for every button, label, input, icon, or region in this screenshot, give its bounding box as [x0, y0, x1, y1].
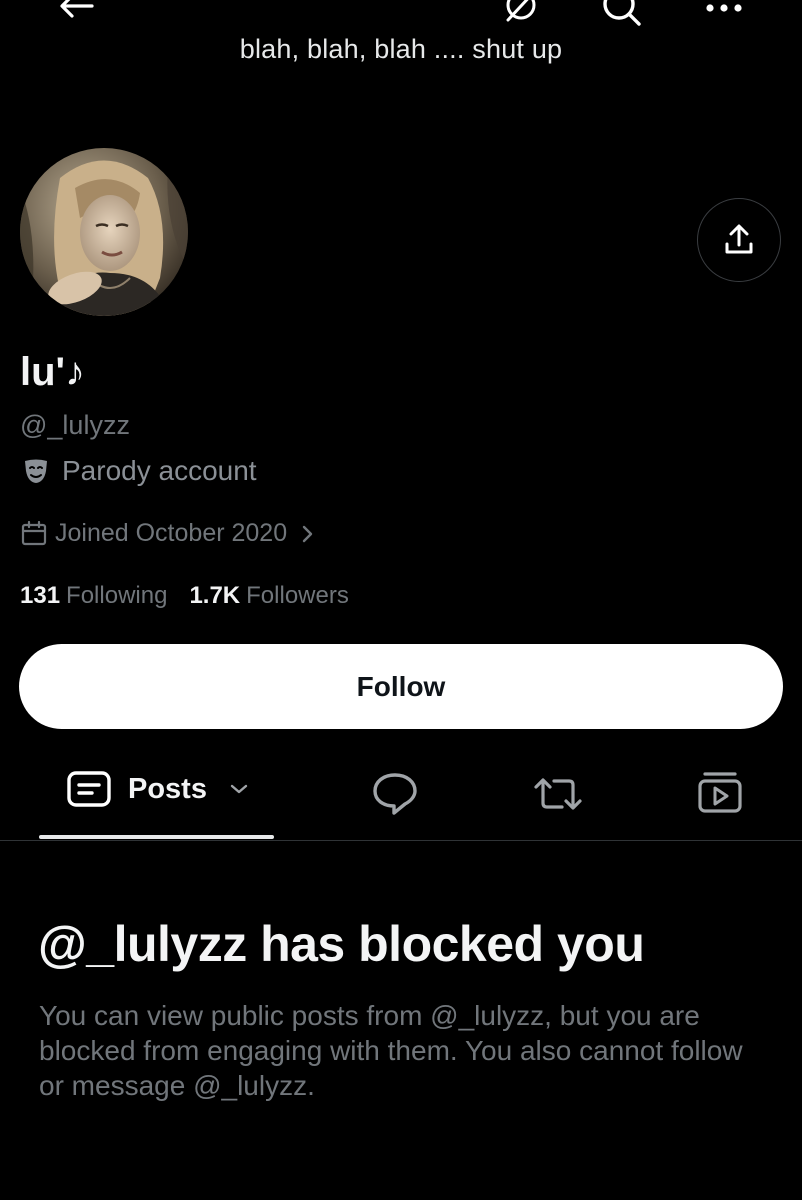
video-stack-icon: [696, 770, 744, 814]
header-text: blah, blah, blah .... shut up: [239, 34, 563, 64]
tab-posts[interactable]: Posts: [66, 770, 249, 808]
chevron-right-icon: [301, 524, 315, 544]
display-name: lu'♪: [20, 350, 86, 394]
parody-badge: Parody account: [22, 455, 257, 487]
calendar-icon: [21, 520, 47, 547]
tab-replies[interactable]: [371, 771, 419, 817]
joined-label: Joined October 2020: [55, 519, 288, 547]
search-button[interactable]: [601, 0, 643, 28]
arrow-left-icon: [58, 0, 94, 20]
tab-divider: [0, 840, 802, 841]
following-count: 131: [20, 582, 61, 609]
followers-count: 1.7K: [189, 582, 241, 609]
drama-mask-icon: [22, 457, 50, 485]
share-button[interactable]: [697, 198, 781, 282]
followers-label: Followers: [246, 582, 349, 609]
speech-bubble-icon: [371, 771, 419, 817]
more-dots-icon: [705, 2, 743, 14]
follow-stats: 131 Following 1.7K Followers: [20, 582, 349, 610]
search-icon: [601, 0, 643, 28]
follow-button[interactable]: Follow: [19, 644, 783, 729]
more-button[interactable]: [705, 2, 743, 14]
chevron-down-icon: [229, 783, 249, 795]
avatar[interactable]: [18, 146, 190, 318]
following-link[interactable]: 131 Following: [20, 582, 167, 610]
posts-icon: [66, 770, 112, 808]
tab-media[interactable]: [696, 770, 744, 814]
parody-label: Parody account: [62, 455, 257, 486]
blocked-title: @_lulyzz has blocked you: [38, 916, 645, 972]
user-handle: @_lulyzz: [20, 410, 130, 440]
grok-icon: [502, 0, 540, 24]
share-icon: [722, 223, 756, 257]
repost-icon: [532, 775, 584, 813]
grok-button[interactable]: [502, 0, 540, 24]
back-button[interactable]: [58, 0, 94, 20]
tab-reposts[interactable]: [532, 775, 584, 813]
followers-link[interactable]: 1.7K Followers: [189, 582, 348, 610]
following-label: Following: [66, 582, 168, 609]
tab-posts-label: Posts: [128, 772, 207, 805]
active-tab-indicator: [39, 835, 274, 839]
joined-date[interactable]: Joined October 2020: [21, 519, 315, 548]
blocked-description: You can view public posts from @_lulyzz,…: [39, 1000, 743, 1101]
